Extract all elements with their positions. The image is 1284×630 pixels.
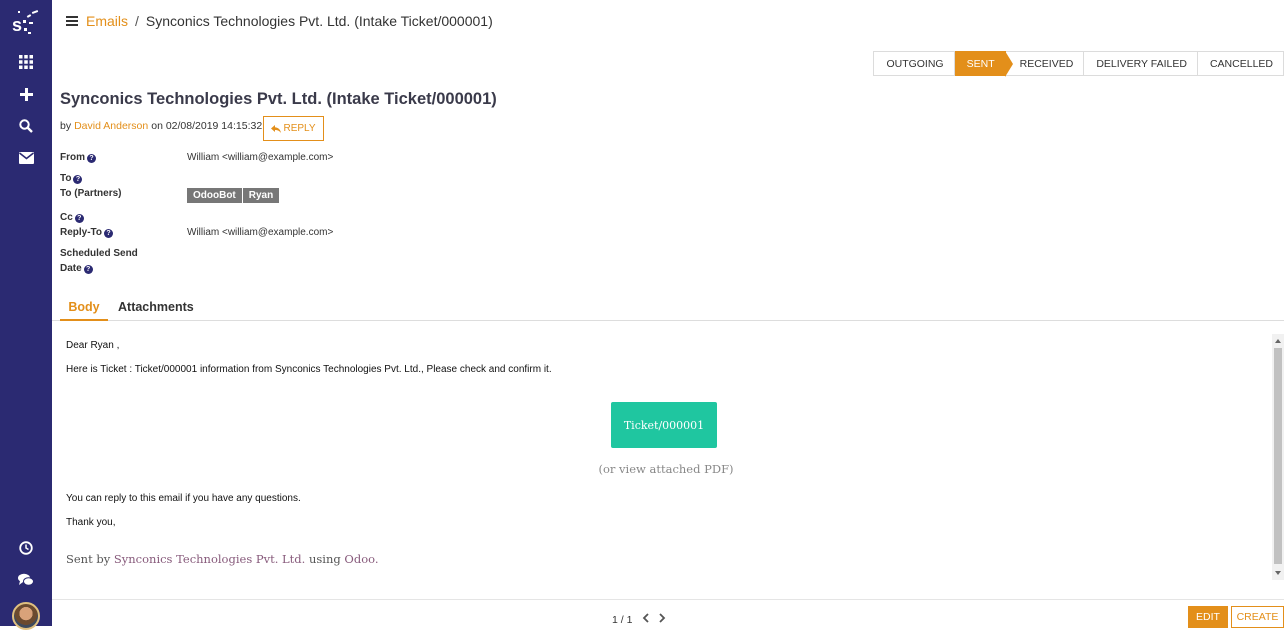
reply-label: REPLY: [283, 123, 316, 134]
body-line-2: You can reply to this email if you have …: [66, 493, 301, 504]
to-partners-label: To (Partners): [60, 188, 122, 199]
edit-button[interactable]: EDIT: [1188, 606, 1228, 628]
help-icon[interactable]: ?: [73, 175, 83, 184]
body-line-1: Here is Ticket : Ticket/000001 informati…: [66, 364, 552, 375]
partner-tag-odoobot[interactable]: OdooBot: [187, 188, 242, 203]
thanks-line: Thank you,: [66, 517, 116, 528]
scroll-thumb[interactable]: [1274, 348, 1282, 564]
pager-previous-icon[interactable]: [642, 613, 650, 626]
bottom-control-bar: 1 / 1 EDIT CREATE: [52, 599, 1284, 628]
email-body: Dear Ryan , Here is Ticket : Ticket/0000…: [52, 334, 1272, 580]
synconics-logo[interactable]: s: [0, 8, 52, 38]
breadcrumb-separator: /: [135, 13, 139, 29]
scroll-down-arrow-icon[interactable]: [1275, 571, 1281, 575]
cc-label: Cc?: [60, 210, 84, 225]
reply-icon: [271, 124, 282, 133]
clock-icon[interactable]: [0, 540, 52, 556]
stage-outgoing[interactable]: OUTGOING: [873, 51, 955, 76]
company-link[interactable]: Synconics Technologies Pvt. Ltd.: [114, 552, 305, 566]
pager-value[interactable]: 1 / 1: [612, 614, 632, 626]
reply-button[interactable]: REPLY: [263, 116, 324, 141]
apps-grid-icon[interactable]: [0, 54, 52, 70]
email-icon[interactable]: [0, 150, 52, 166]
tab-body[interactable]: Body: [60, 296, 108, 321]
scroll-up-arrow-icon[interactable]: [1275, 339, 1281, 343]
from-label: From?: [60, 150, 96, 165]
search-icon[interactable]: [0, 118, 52, 134]
pdf-note: (or view attached PDF): [598, 462, 734, 476]
plus-icon[interactable]: [0, 86, 52, 102]
breadcrumb-current: Synconics Technologies Pvt. Ltd. (Intake…: [145, 13, 493, 29]
hamburger-menu-icon[interactable]: [66, 13, 78, 29]
pager-next-icon[interactable]: [659, 613, 666, 626]
help-icon[interactable]: ?: [104, 229, 114, 238]
to-label: To?: [60, 171, 83, 186]
odoo-link[interactable]: Odoo.: [344, 552, 378, 566]
record-title: Synconics Technologies Pvt. Ltd. (Intake…: [60, 90, 497, 108]
tab-attachments[interactable]: Attachments: [118, 296, 194, 321]
breadcrumb-emails-link[interactable]: Emails: [86, 13, 128, 29]
message-byline: by David Anderson on 02/08/2019 14:15:32: [60, 120, 262, 132]
help-icon[interactable]: ?: [83, 265, 93, 274]
create-button[interactable]: CREATE: [1231, 606, 1284, 628]
sent-by-footer: Sent by Synconics Technologies Pvt. Ltd.…: [66, 552, 379, 566]
pager: 1 / 1: [612, 613, 666, 626]
stage-received[interactable]: RECEIVED: [1005, 51, 1085, 76]
stage-delivery-failed[interactable]: DELIVERY FAILED: [1084, 51, 1198, 76]
reply-to-value: William <william@example.com>: [187, 227, 334, 238]
greeting: Dear Ryan ,: [66, 340, 120, 351]
chat-icon[interactable]: [0, 572, 52, 588]
stage-sent[interactable]: SENT: [954, 51, 1013, 77]
notebook-tabs: Body Attachments: [52, 296, 1284, 321]
ticket-button[interactable]: Ticket/000001: [611, 402, 717, 448]
status-bar: OUTGOING SENT RECEIVED DELIVERY FAILED C…: [873, 51, 1284, 77]
partner-tag-ryan[interactable]: Ryan: [242, 188, 280, 203]
byline-date: on 02/08/2019 14:15:32: [151, 120, 263, 132]
reply-to-label: Reply-To?: [60, 225, 114, 240]
help-icon[interactable]: ?: [74, 214, 84, 223]
breadcrumb: Emails / Synconics Technologies Pvt. Ltd…: [66, 12, 493, 30]
app-sidebar: s: [0, 0, 52, 630]
scheduled-date-label: Scheduled Send Date?: [60, 248, 138, 274]
from-value: William <william@example.com>: [187, 152, 334, 163]
partner-tags: OdooBot Ryan: [187, 188, 280, 203]
help-icon[interactable]: ?: [87, 154, 96, 163]
author-link[interactable]: David Anderson: [74, 120, 148, 132]
byline-by: by: [60, 120, 72, 132]
svg-text:s: s: [12, 15, 22, 35]
body-scrollbar[interactable]: [1272, 334, 1284, 580]
stage-cancelled[interactable]: CANCELLED: [1197, 51, 1284, 76]
